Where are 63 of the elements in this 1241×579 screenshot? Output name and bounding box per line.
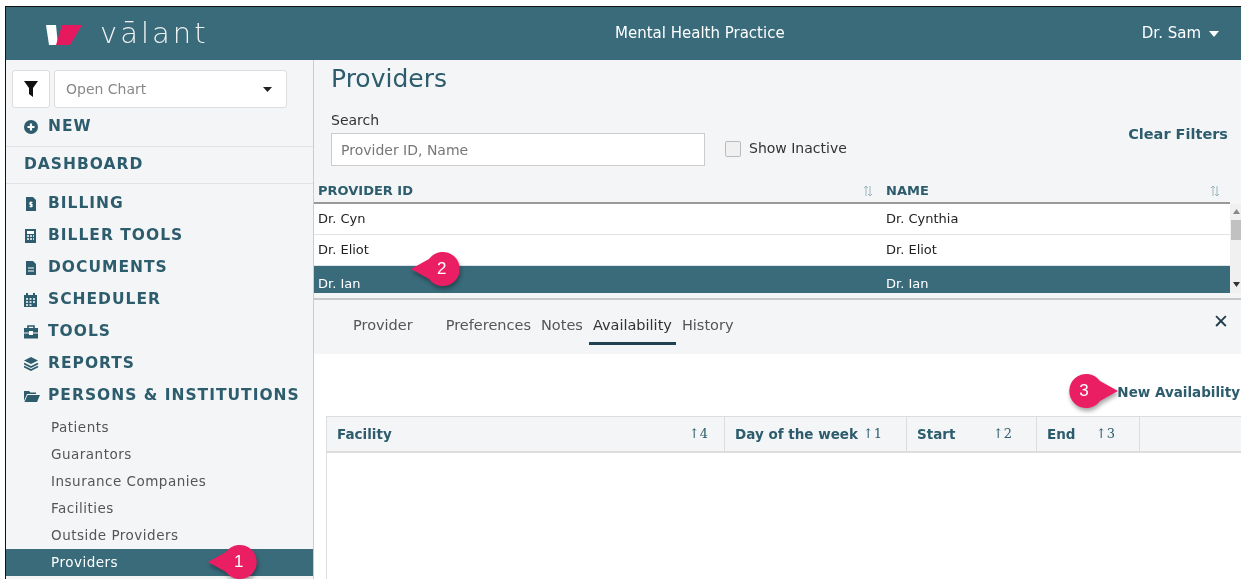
clear-filters-link[interactable]: Clear Filters — [1128, 124, 1228, 146]
sort-indicator[interactable]: ↑2 — [992, 424, 1012, 444]
tab[interactable]: Preferences — [441, 314, 535, 346]
toolbox-icon — [24, 325, 40, 339]
sidebar-item[interactable]: NEW — [6, 110, 313, 144]
close-button[interactable]: ✕ — [1213, 306, 1229, 336]
column-header[interactable]: Day of the week — [735, 423, 858, 445]
sidebar-item[interactable]: PERSONS & INSTITUTIONS — [6, 380, 313, 412]
scroll-up-icon — [1233, 209, 1240, 214]
open-chart-dropdown[interactable]: Open Chart — [54, 70, 287, 108]
table-cell: Dr. Eliot — [886, 242, 937, 258]
scroll-thumb[interactable] — [1231, 220, 1241, 240]
layers-icon — [24, 357, 40, 371]
sort-indicator[interactable]: ↑4 — [688, 424, 708, 444]
logo-text: vālant — [100, 14, 209, 52]
sidebar-subitem[interactable]: Guarantors — [6, 441, 313, 468]
practice-name: Mental Health Practice — [615, 23, 785, 44]
sidebar-subitem[interactable]: Patients — [6, 414, 313, 441]
table-cell: Dr. Ian — [886, 276, 929, 292]
scroll-down-icon — [1233, 282, 1240, 287]
callout-badge: 1 — [208, 544, 258, 579]
tab[interactable]: Provider — [349, 314, 417, 346]
tab[interactable]: History — [677, 314, 738, 346]
sidebar-item[interactable]: BILLER TOOLS — [6, 220, 313, 252]
caret-icon — [1209, 30, 1219, 37]
column-header[interactable]: PROVIDER ID — [318, 180, 413, 201]
page-title: Providers — [331, 63, 448, 95]
sidebar-item[interactable]: DASHBOARD — [24, 153, 144, 177]
column-header[interactable]: NAME — [886, 180, 929, 201]
sort-indicator[interactable]: ↑1 — [862, 424, 882, 444]
calendar-icon — [24, 293, 40, 307]
callout-badge: 3 — [1068, 373, 1119, 409]
sidebar-subitem[interactable]: Facilities — [6, 495, 313, 522]
table-row[interactable]: Dr. Cyn Dr. Cynthia — [314, 204, 1230, 235]
new-availability-link[interactable]: New Availability — [1117, 382, 1240, 403]
plus-circle-icon — [24, 120, 40, 134]
sidebar-item[interactable]: REPORTS — [6, 348, 313, 380]
column-header[interactable]: Start — [917, 423, 956, 445]
search-field[interactable]: Provider ID, Name — [331, 133, 705, 166]
sort-icon — [863, 184, 873, 197]
sidebar-subitem[interactable]: Insurance Companies — [6, 468, 313, 495]
column-header[interactable]: Facility — [337, 423, 392, 445]
tab[interactable]: Notes — [537, 314, 587, 346]
sort-icon — [1210, 184, 1220, 197]
filter-icon — [24, 81, 38, 97]
filter-button[interactable] — [12, 70, 50, 108]
sidebar-item[interactable]: DOCUMENTS — [6, 252, 313, 284]
user-menu[interactable]: Dr. Sam — [1141, 22, 1219, 45]
sidebar-item[interactable]: TOOLS — [6, 316, 313, 348]
folder-icon — [24, 389, 40, 403]
scrollbar[interactable] — [1230, 204, 1241, 293]
table-cell: Dr. Cyn — [318, 211, 366, 227]
sidebar-item[interactable]: BILLING — [6, 188, 313, 220]
column-header[interactable]: End — [1047, 423, 1076, 445]
callout-badge: 2 — [411, 251, 461, 287]
tab[interactable]: Availability — [588, 314, 676, 346]
sort-indicator[interactable]: ↑3 — [1095, 424, 1115, 444]
table-cell: Dr. Eliot — [318, 242, 369, 258]
table-cell: Dr. Ian — [318, 276, 361, 292]
sidebar-item[interactable]: SCHEDULER — [6, 284, 313, 316]
caret-icon — [263, 86, 272, 92]
search-label: Search — [331, 111, 381, 130]
table-cell: Dr. Cynthia — [886, 211, 959, 227]
